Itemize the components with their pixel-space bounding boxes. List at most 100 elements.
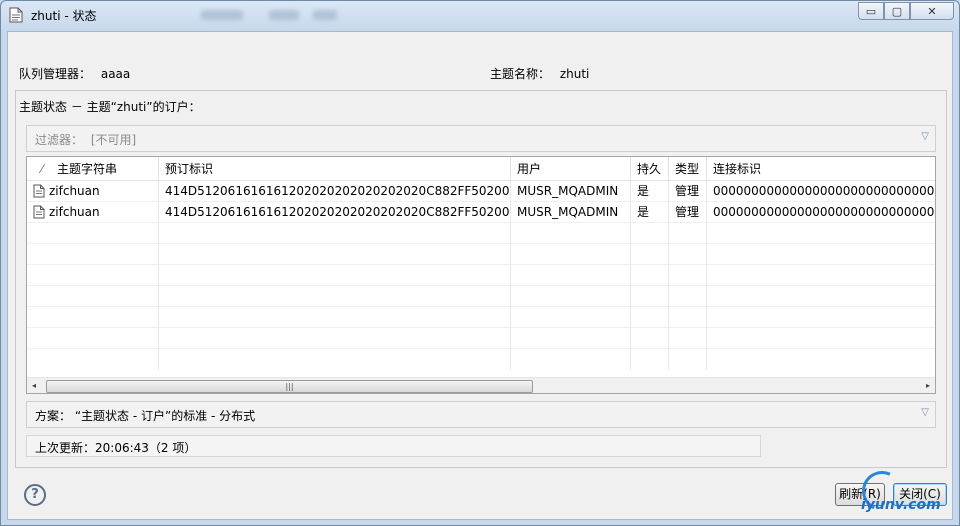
cell-subscription-id: 414D512061616161202020202020202020C882FF… <box>159 181 511 202</box>
topic-name-label: 主题名称： <box>490 67 551 81</box>
column-header-label: 预订标识 <box>165 162 214 176</box>
empty-cell <box>511 349 631 370</box>
empty-cell <box>159 244 511 265</box>
column-header-label: 主题字符串 <box>57 162 118 176</box>
document-icon <box>33 205 45 219</box>
horizontal-scrollbar[interactable]: ◂ ||| ▸ <box>27 377 935 393</box>
chevron-down-icon: ▽ <box>921 131 929 142</box>
empty-cell <box>27 244 159 265</box>
column-header-label: 连接标识 <box>713 162 762 176</box>
empty-cell <box>159 286 511 307</box>
empty-cell <box>159 223 511 244</box>
title-bar[interactable]: zhuti - 状态 ▭ ▢ ✕ <box>1 1 959 29</box>
topic-name-info: 主题名称： zhuti <box>490 65 589 82</box>
empty-cell <box>27 328 159 349</box>
close-window-button[interactable]: ✕ <box>910 2 954 20</box>
empty-cell <box>27 223 159 244</box>
scrollbar-thumb[interactable]: ||| <box>46 380 533 393</box>
empty-cell <box>631 307 669 328</box>
column-header-label: 持久 <box>637 162 662 176</box>
minimize-button[interactable]: ▭ <box>858 2 884 20</box>
column-header-user[interactable]: 用户 <box>511 157 631 181</box>
empty-cell <box>511 223 631 244</box>
cell-user: MUSR_MQADMIN <box>511 181 631 202</box>
cell-durable: 是 <box>631 202 669 223</box>
empty-cell <box>669 349 707 370</box>
scheme-text: 方案： “主题状态 - 订户”的标准 - 分布式 <box>35 409 256 423</box>
empty-cell <box>159 349 511 370</box>
dialog-window: zhuti - 状态 ▭ ▢ ✕ 队列管理器： aaaa 主题名称： zhuti… <box>0 0 960 526</box>
empty-cell <box>511 307 631 328</box>
maximize-icon: ▢ <box>891 4 903 18</box>
column-header-connection-id[interactable]: 连接标识 <box>707 157 935 181</box>
table-row[interactable]: zifchuan 414D512061616161202020202020202… <box>27 181 935 202</box>
window-controls: ▭ ▢ ✕ <box>858 2 954 20</box>
blurred-background-text <box>269 10 299 20</box>
last-update-text: 上次更新：20:06:43（2 项） <box>35 441 197 455</box>
topic-name-value: zhuti <box>559 67 590 81</box>
blurred-background-text <box>201 10 243 20</box>
cell-type: 管理 <box>669 202 707 223</box>
cell-connection-id: 00000000000000000000000000000000000000 <box>713 205 935 219</box>
cell-user: MUSR_MQADMIN <box>511 202 631 223</box>
close-icon: ✕ <box>927 4 937 18</box>
watermark-text: iyunv.com <box>861 497 941 513</box>
group-title: 主题状态 － 主题“zhuti”的订户： <box>19 100 201 114</box>
empty-row <box>27 223 935 244</box>
empty-row <box>27 244 935 265</box>
empty-cell <box>159 265 511 286</box>
empty-cell <box>511 328 631 349</box>
column-header-type[interactable]: 类型 <box>669 157 707 181</box>
column-header-subscription-id[interactable]: 预订标识 <box>159 157 511 181</box>
cell-subscription-id: 414D512061616161202020202020202020C882FF… <box>159 202 511 223</box>
column-header-durable[interactable]: 持久 <box>631 157 669 181</box>
help-icon[interactable]: ? <box>24 484 46 506</box>
scroll-left-icon[interactable]: ◂ <box>32 381 36 390</box>
cell-connection-id: 00000000000000000000000000000000000000 <box>713 184 935 198</box>
empty-cell <box>631 244 669 265</box>
empty-cell <box>511 244 631 265</box>
scheme-dropdown[interactable]: 方案： “主题状态 - 订户”的标准 - 分布式 ▽ <box>26 401 936 428</box>
table-row[interactable]: zifchuan 414D512061616161202020202020202… <box>27 202 935 223</box>
cell-topic-string: zifchuan <box>27 181 159 202</box>
empty-cell <box>511 265 631 286</box>
empty-row <box>27 286 935 307</box>
empty-cell <box>27 265 159 286</box>
empty-row <box>27 328 935 349</box>
empty-cell <box>631 265 669 286</box>
sort-icon: ⁄ <box>40 162 43 176</box>
empty-cell <box>511 286 631 307</box>
empty-cell <box>27 286 159 307</box>
empty-cell <box>669 328 707 349</box>
empty-cell <box>27 349 159 370</box>
empty-cell <box>631 286 669 307</box>
status-bar: 上次更新：20:06:43（2 项） <box>26 435 761 457</box>
cell-topic-string: zifchuan <box>27 202 159 223</box>
cell-durable: 是 <box>631 181 669 202</box>
empty-cell <box>631 328 669 349</box>
cell-type: 管理 <box>669 181 707 202</box>
filter-label: 过滤器： <box>35 133 84 147</box>
queue-manager-value: aaaa <box>100 67 131 81</box>
chevron-down-icon: ▽ <box>921 407 929 418</box>
column-header-topic-string[interactable]: ⁄ 主题字符串 <box>27 157 159 181</box>
cell-text: zifchuan <box>49 205 100 219</box>
document-icon <box>33 184 45 198</box>
empty-cell <box>669 307 707 328</box>
cell-text: zifchuan <box>49 184 100 198</box>
filter-dropdown[interactable]: 过滤器： [不可用] ▽ <box>26 125 936 152</box>
empty-cell <box>669 265 707 286</box>
empty-row <box>27 265 935 286</box>
maximize-button[interactable]: ▢ <box>884 2 910 20</box>
document-icon <box>9 7 23 23</box>
filter-value: [不可用] <box>90 133 137 147</box>
scroll-right-icon[interactable]: ▸ <box>926 381 930 390</box>
window-title: zhuti - 状态 <box>31 9 97 23</box>
minimize-icon: ▭ <box>865 4 877 18</box>
empty-row <box>27 307 935 328</box>
column-header-label: 类型 <box>675 162 700 176</box>
empty-cell <box>159 307 511 328</box>
empty-cell <box>669 244 707 265</box>
queue-manager-info: 队列管理器： aaaa <box>19 65 130 82</box>
empty-cell <box>27 307 159 328</box>
